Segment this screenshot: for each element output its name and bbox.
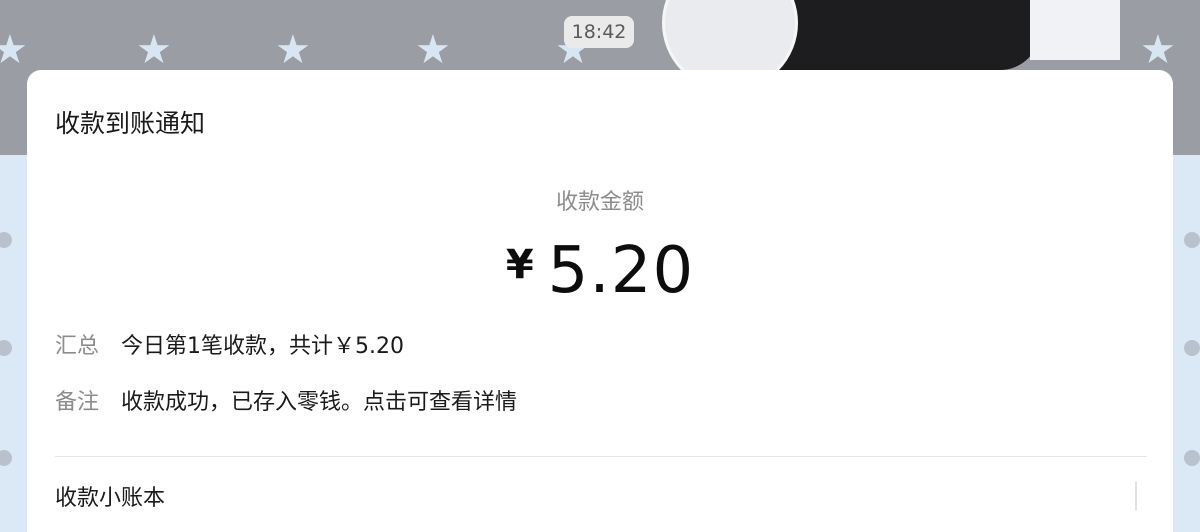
card-title: 收款到账通知 (55, 109, 206, 138)
star-decoration-icon: ★ (136, 27, 172, 73)
chat-timestamp: 18:42 (564, 16, 634, 48)
dot-decoration (1184, 450, 1200, 466)
dot-decoration (1184, 340, 1200, 356)
star-decoration-icon: ★ (415, 27, 451, 73)
wallpaper-photo-detail (1030, 0, 1120, 60)
amount-value: 5.20 (547, 234, 695, 308)
star-decoration-icon: ★ (0, 27, 28, 73)
payment-notification-card[interactable]: 收款到账通知 收款金额 ¥5.20 汇总 今日第1笔收款，共计￥5.20 备注 收款… (27, 70, 1173, 532)
amount-label: 收款金额 (555, 190, 644, 215)
note-row: 备注 收款成功，已存入零钱。点击可查看详情 (55, 384, 517, 416)
summary-label: 汇总 (55, 334, 100, 359)
note-value: 收款成功，已存入零钱。点击可查看详情 (121, 390, 518, 415)
note-label: 备注 (55, 390, 100, 415)
currency-symbol: ¥ (505, 242, 534, 288)
dot-decoration (1184, 232, 1200, 248)
summary-value: 今日第1笔收款，共计￥5.20 (121, 334, 404, 359)
chevron-right-icon (1135, 482, 1137, 510)
amount-display: ¥5.20 (27, 234, 1173, 308)
summary-row: 汇总 今日第1笔收款，共计￥5.20 (55, 328, 404, 360)
card-divider (55, 456, 1147, 457)
star-decoration-icon: ★ (1140, 27, 1176, 73)
payment-ledger-link[interactable]: 收款小账本 (55, 480, 165, 512)
star-decoration-icon: ★ (275, 27, 311, 73)
